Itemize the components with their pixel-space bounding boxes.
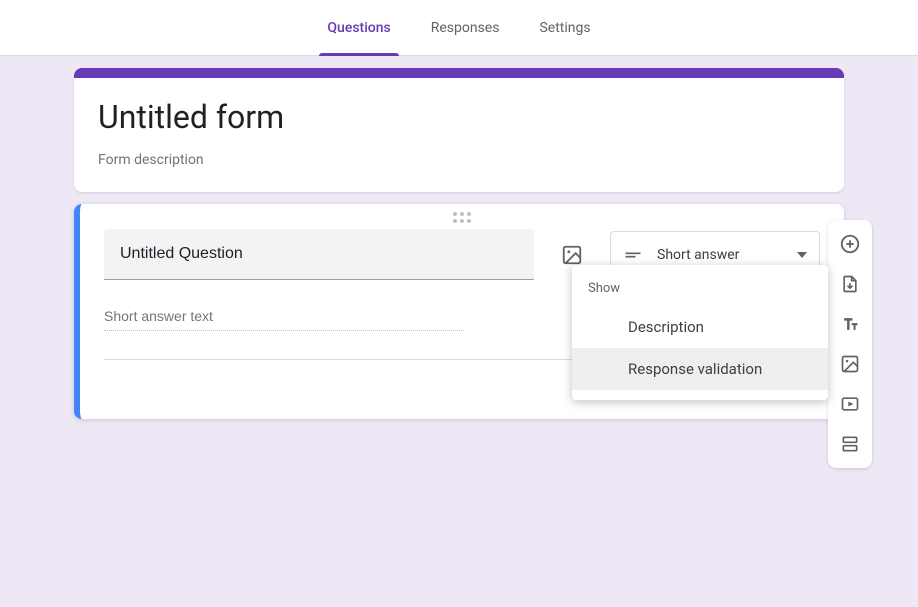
add-video-button[interactable] <box>832 386 868 422</box>
image-icon <box>561 244 583 266</box>
short-answer-preview <box>104 302 464 331</box>
popup-header: Show <box>572 275 828 306</box>
section-icon <box>840 434 860 454</box>
show-options-popup: Show Description Response validation <box>572 265 828 400</box>
import-questions-button[interactable] <box>832 266 868 302</box>
image-icon <box>840 354 860 374</box>
add-question-button[interactable] <box>832 226 868 262</box>
popup-item-description[interactable]: Description <box>572 306 828 348</box>
add-section-button[interactable] <box>832 426 868 462</box>
question-title-input[interactable] <box>104 229 534 280</box>
text-icon <box>840 314 860 334</box>
form-title[interactable]: Untitled form <box>98 98 820 136</box>
question-card: Short answer Show Description Response v… <box>74 204 844 419</box>
tab-settings[interactable]: Settings <box>531 0 598 56</box>
import-file-icon <box>840 274 860 294</box>
video-icon <box>840 394 860 414</box>
short-answer-icon <box>623 245 643 265</box>
form-canvas: Untitled form Form description Short ans… <box>0 56 918 607</box>
plus-circle-icon <box>839 233 861 255</box>
form-description[interactable]: Form description <box>98 152 820 168</box>
question-footer: Show Description Response validation <box>104 359 820 419</box>
tabs-bar: Questions Responses Settings <box>0 0 918 56</box>
popup-item-response-validation[interactable]: Response validation <box>572 348 828 390</box>
add-image-button-toolbar[interactable] <box>832 346 868 382</box>
tab-responses[interactable]: Responses <box>423 0 508 56</box>
form-header-card[interactable]: Untitled form Form description <box>74 68 844 192</box>
question-type-label: Short answer <box>657 247 783 263</box>
add-title-button[interactable] <box>832 306 868 342</box>
caret-down-icon <box>797 252 807 258</box>
side-toolbar <box>828 220 872 468</box>
tab-questions[interactable]: Questions <box>319 0 398 56</box>
drag-handle-icon[interactable] <box>104 204 820 229</box>
form-accent-bar <box>74 68 844 78</box>
